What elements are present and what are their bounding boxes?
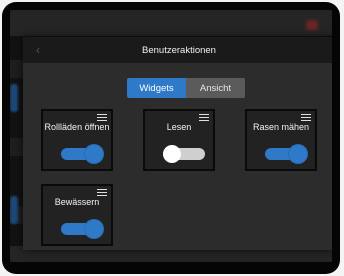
back-button[interactable]: ‹ xyxy=(29,41,47,59)
user-actions-dialog: ‹ Benutzeraktionen Widgets Ansicht Rolll… xyxy=(23,37,332,250)
hamburger-menu-icon[interactable] xyxy=(301,114,311,121)
dialog-header: ‹ Benutzeraktionen xyxy=(23,37,332,63)
widget-label: Rollläden öffnen xyxy=(44,122,110,132)
widget-card-lesen: Lesen xyxy=(143,109,215,171)
tab-ansicht[interactable]: Ansicht xyxy=(186,78,245,98)
widget-toggle[interactable] xyxy=(163,145,205,163)
widget-toggle[interactable] xyxy=(61,145,103,163)
widget-card-rollladen-oeffnen: Rollläden öffnen xyxy=(41,109,113,171)
hamburger-menu-icon[interactable] xyxy=(97,189,107,196)
chevron-left-icon: ‹ xyxy=(36,43,40,57)
hamburger-menu-icon[interactable] xyxy=(97,114,107,121)
view-tab-switcher: Widgets Ansicht xyxy=(127,78,245,98)
dialog-title: Benutzeraktionen xyxy=(142,44,216,56)
widget-label: Rasen mähen xyxy=(252,122,310,132)
screen: ‹ Benutzeraktionen Widgets Ansicht Rolll… xyxy=(10,10,332,262)
widget-card-rasen-maehen: Rasen mähen xyxy=(245,109,317,171)
tablet-frame: ‹ Benutzeraktionen Widgets Ansicht Rolll… xyxy=(2,2,340,274)
tab-widgets[interactable]: Widgets xyxy=(127,78,186,98)
widget-toggle[interactable] xyxy=(61,220,103,238)
widget-card-bewaessern: Bewässern xyxy=(41,184,113,246)
widget-label: Lesen xyxy=(166,122,192,132)
widget-label: Bewässern xyxy=(54,197,100,207)
widget-toggle[interactable] xyxy=(265,145,307,163)
hamburger-menu-icon[interactable] xyxy=(199,114,209,121)
